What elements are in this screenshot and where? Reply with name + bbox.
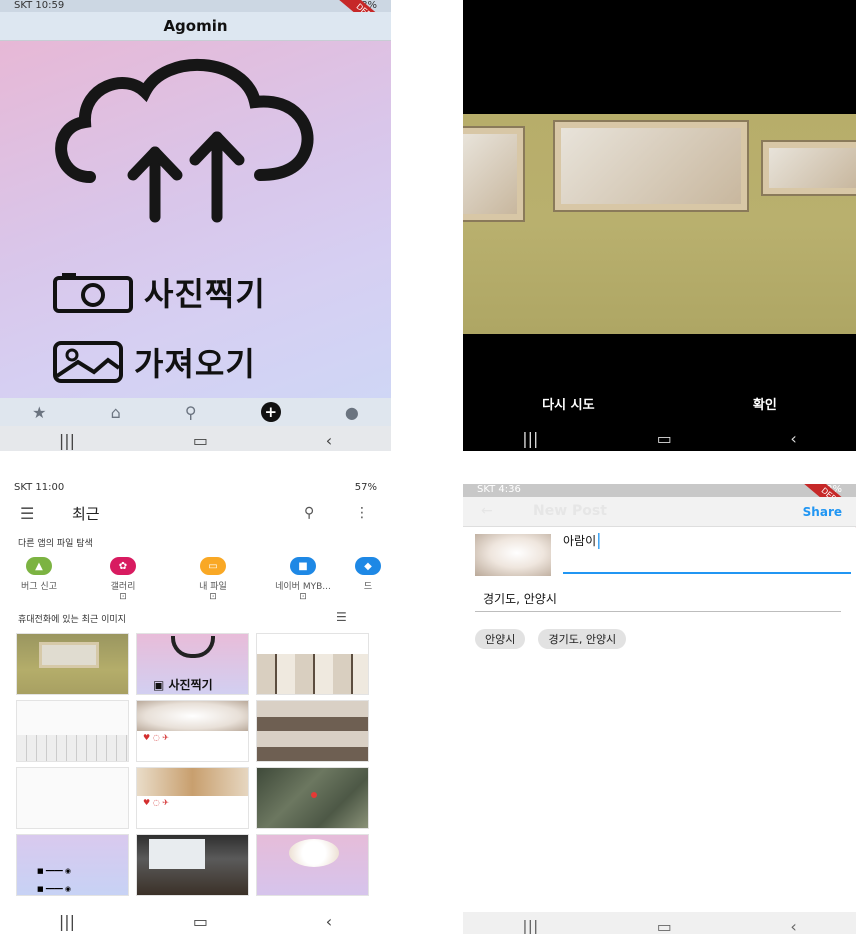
add-circle-icon[interactable]: + [260,402,281,422]
new-post-appbar: ← New Post Share [463,497,856,527]
caption-value: 아람이 [563,534,597,548]
app-my-files[interactable]: ▭ 내 파일 ⊡ [168,557,258,602]
home-button-icon[interactable]: ▭ [657,917,672,934]
bottom-navigation: ★ ⌂ ⚲ + ● [0,398,391,426]
take-photo-button[interactable]: 사진찍기 [52,269,266,315]
confirm-button[interactable]: 확인 [753,394,777,413]
image-thumbnail[interactable] [256,700,369,762]
caption-field[interactable]: 아람이| [563,530,851,574]
post-image-thumbnail [475,534,551,576]
recent-apps-icon[interactable]: ||| [522,917,538,934]
drive-icon: ◆ [355,557,381,575]
captured-photo [463,114,856,334]
share-button[interactable]: Share [803,505,842,519]
location-suggestions: 안양시 경기도, 안양시 [475,628,634,649]
status-bar: SKT 4:36 92% [463,484,856,497]
app-title: Agomin [0,12,391,41]
folder-icon: ▭ [200,557,226,575]
status-bar: SKT 11:00 57% [0,482,391,494]
image-thumbnail[interactable] [256,834,369,896]
location-value: 경기도, 안양시 [483,592,557,606]
location-field[interactable]: 경기도, 안양시 [475,588,841,612]
take-photo-label: 사진찍기 [144,275,266,313]
back-icon[interactable]: ‹ [326,431,332,450]
recent-images-heading: 휴대전화에 있는 최근 이미지 [18,615,126,625]
thumb-take-photo-label: 사진찍기 [168,678,213,692]
back-icon[interactable]: ‹ [790,917,796,934]
recent-apps-icon[interactable]: ||| [59,912,75,931]
star-icon[interactable]: ★ [32,403,46,422]
app-gallery[interactable]: ✿ 갤러리 ⊡ [78,557,168,602]
app-naver-mybox[interactable]: ■ 네이버 MYB... ⊡ [258,557,348,602]
app-drive[interactable]: ◆ 드 [348,557,388,602]
import-label: 가져오기 [134,345,256,383]
system-navigation-bar: ||| ▭ ‹ [0,426,391,451]
image-thumbnail[interactable] [256,633,369,695]
agomin-home-screen: SKT 10:59 58% DEBUG Agomin 사진찍기 [0,0,391,451]
picker-title: 최근 [72,504,100,523]
image-thumbnail[interactable]: ■ ━━━━ ◉ ■ ━━━━ ◉ [16,834,129,896]
image-thumbnail[interactable] [16,700,129,762]
app-bug-report[interactable]: ▲ 버그 신고 [0,557,78,602]
status-left: SKT 10:59 [14,0,65,11]
image-thumbnail[interactable] [136,834,249,896]
image-icon [53,341,123,383]
image-thumbnail[interactable]: ♥ ◌ ✈ [136,700,249,762]
status-right: 57% [354,482,377,493]
recent-images-grid: ▣ 사진찍기 ♥ ◌ ✈ ♥ ◌ ✈ ■ ━━━━ ◉ ■ ━━━━ ◉ [16,633,369,896]
home-button-icon[interactable]: ▭ [193,912,208,931]
recent-apps-icon[interactable]: ||| [59,431,75,450]
new-post-title: New Post [533,503,607,519]
browse-other-apps-heading: 다른 앱의 파일 탐색 [18,539,93,549]
new-post-screen: SKT 4:36 92% DEBUG ← New Post Share 아람이|… [463,484,856,934]
search-icon[interactable]: ⚲ [185,403,197,422]
list-view-icon[interactable]: ☰ [336,610,347,624]
home-icon[interactable]: ⌂ [111,403,121,422]
android-icon: ▲ [26,557,52,575]
more-options-icon[interactable]: ⋮ [355,505,369,521]
menu-icon[interactable]: ☰ [20,504,34,523]
status-left: SKT 4:36 [477,484,521,495]
camera-icon [53,273,133,313]
app-shortcuts: ▲ 버그 신고 ✿ 갤러리 ⊡ ▭ 내 파일 ⊡ ■ 네이버 MYB... ⊡ … [0,557,391,602]
home-button-icon[interactable]: ▭ [657,429,672,448]
location-chip[interactable]: 안양시 [475,629,526,649]
cloud-upload-icon [55,58,314,223]
system-navigation-bar: ||| ▭ ‹ [463,912,856,934]
home-button-icon[interactable]: ▭ [193,431,208,450]
file-picker-screen: SKT 11:00 57% ☰ 최근 ⚲ ⋮ 다른 앱의 파일 탐색 ▲ 버그 … [0,479,391,934]
status-bar: SKT 10:59 58% [0,0,391,12]
flower-icon: ✿ [110,557,136,575]
image-thumbnail[interactable] [16,767,129,829]
image-thumbnail[interactable]: ▣ 사진찍기 [136,633,249,695]
location-chip[interactable]: 경기도, 안양시 [538,629,627,649]
box-icon: ■ [290,557,316,575]
home-body: 사진찍기 가져오기 [0,41,391,398]
image-thumbnail[interactable]: ♥ ◌ ✈ [136,767,249,829]
status-left: SKT 11:00 [14,482,65,493]
search-icon[interactable]: ⚲ [304,505,314,521]
recent-apps-icon[interactable]: ||| [522,429,538,448]
back-icon[interactable]: ‹ [326,912,332,931]
camera-preview-screen: 다시 시도 확인 ||| ▭ ‹ [463,0,856,451]
back-icon[interactable]: ‹ [790,429,796,448]
retry-button[interactable]: 다시 시도 [542,394,594,413]
image-thumbnail[interactable] [256,767,369,829]
system-navigation-bar: ||| ▭ ‹ [0,907,391,934]
system-navigation-bar: ||| ▭ ‹ [463,424,856,451]
person-icon[interactable]: ● [345,403,359,422]
import-button[interactable]: 가져오기 [52,339,256,385]
back-arrow-icon[interactable]: ← [481,503,493,519]
image-thumbnail[interactable] [16,633,129,695]
